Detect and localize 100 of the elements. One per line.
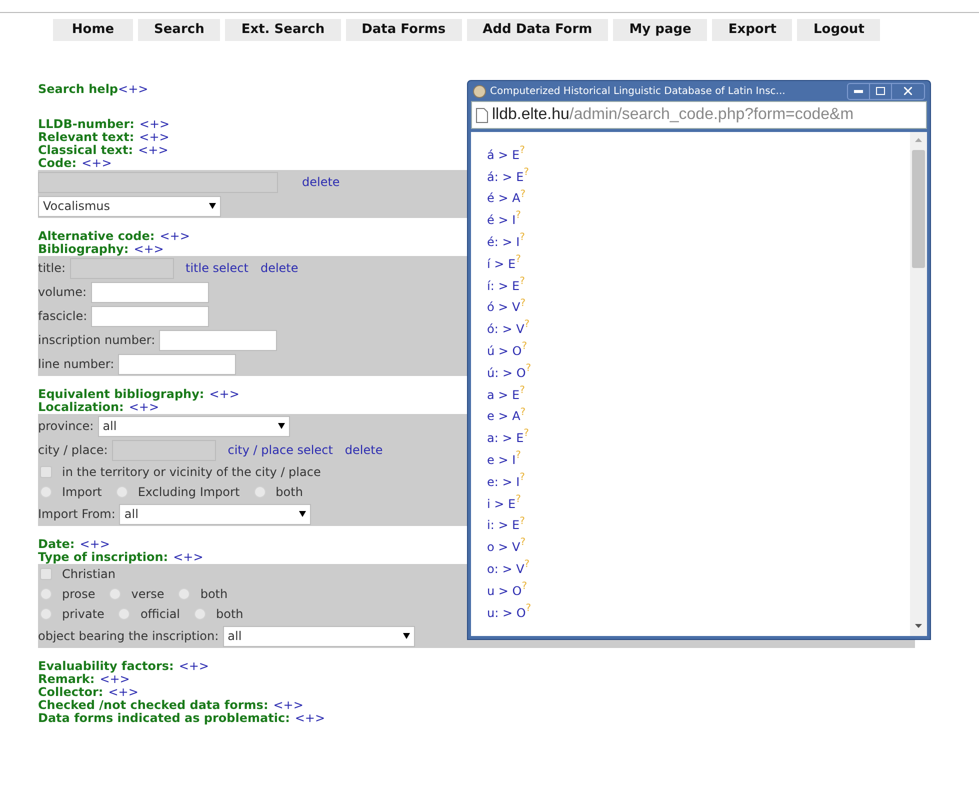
code-link[interactable]: ó: > V	[487, 320, 524, 338]
field-label: object bearing the inscription:	[38, 628, 219, 645]
scroll-up-icon	[915, 138, 922, 142]
radio-button[interactable]	[254, 486, 266, 498]
radio-button[interactable]	[40, 588, 52, 600]
expand-link[interactable]: <+>	[294, 712, 326, 725]
code-link[interactable]: á: > E	[487, 168, 524, 186]
expand-link[interactable]: <+>	[273, 699, 304, 712]
address-bar[interactable]: lldb.elte.hu/admin/search_code.php?form=code&m	[471, 101, 927, 129]
dropdown[interactable]: all	[98, 416, 290, 436]
expand-link[interactable]: <+>	[173, 551, 204, 564]
radio-button[interactable]	[109, 588, 122, 600]
radio-button[interactable]	[194, 608, 206, 620]
code-link[interactable]: ú: > O	[487, 364, 526, 382]
code-link[interactable]: í: > E	[487, 276, 520, 295]
expand-link[interactable]: <+>	[128, 401, 160, 414]
nav-tab[interactable]: Logout	[797, 19, 880, 41]
radio-button[interactable]	[178, 588, 190, 600]
section-heading: Date:	[38, 538, 75, 551]
text-field[interactable]	[159, 330, 278, 350]
nav-tab[interactable]: Data Forms	[346, 19, 462, 41]
code-link[interactable]: é > I	[487, 211, 516, 230]
code-link[interactable]: e: > I	[487, 472, 520, 491]
section-heading: Code:	[38, 157, 77, 170]
close-icon	[904, 87, 912, 95]
expand-link[interactable]: <+>	[134, 243, 164, 256]
code-link[interactable]: i: > E	[487, 516, 520, 534]
radio-label: both	[216, 606, 244, 623]
checkbox-label: Christian	[62, 566, 116, 583]
scroll-thumb[interactable]	[912, 150, 925, 268]
text-field[interactable]	[118, 354, 236, 374]
code-link[interactable]: e > I	[487, 450, 516, 469]
code-link[interactable]: ú > O	[487, 342, 522, 360]
expand-link[interactable]: <+>	[138, 144, 168, 157]
dropdown-arrow-icon	[278, 423, 285, 429]
code-link[interactable]: o: > V	[487, 560, 524, 578]
text-field[interactable]	[90, 282, 208, 302]
window-title: Computerized Historical Linguistic Database of Latin Insc...	[490, 84, 786, 98]
dropdown[interactable]: Vocalismus	[38, 196, 221, 216]
code-link[interactable]: á > E	[487, 146, 520, 164]
code-link[interactable]: u > O	[487, 582, 522, 600]
section-heading: Search help	[38, 82, 118, 96]
nav-tab[interactable]: My page	[613, 19, 708, 41]
nav-tab[interactable]: Export	[712, 19, 792, 41]
code-link[interactable]: é > A	[487, 189, 520, 208]
field-label: volume:	[38, 284, 86, 301]
section-heading: Bibliography:	[38, 243, 129, 256]
section-heading: Data forms indicated as problematic:	[38, 712, 290, 725]
field-label: province:	[38, 418, 94, 435]
code-link[interactable]: e > A	[487, 407, 520, 426]
radio-label: Import	[62, 484, 102, 501]
code-link[interactable]: í > E	[487, 254, 516, 273]
field-label: fascicle:	[38, 308, 88, 325]
scrollbar[interactable]	[910, 132, 927, 636]
code-link[interactable]: o > V	[487, 538, 520, 556]
expand-link[interactable]: <+>	[178, 660, 209, 673]
code-link[interactable]: ó > V	[487, 298, 520, 316]
expand-link[interactable]: <+>	[160, 230, 190, 243]
expand-link[interactable]: <+>	[209, 388, 240, 401]
dropdown[interactable]: all	[119, 504, 312, 524]
maximize-icon	[876, 87, 885, 95]
radio-label: Excluding Import	[138, 484, 240, 501]
dropdown[interactable]: all	[222, 626, 415, 646]
expand-link[interactable]: <+>	[82, 157, 112, 170]
code-link[interactable]: u: > O	[487, 604, 526, 622]
code-link[interactable]: a > E	[487, 386, 520, 404]
scroll-down-icon	[915, 624, 922, 628]
expand-link[interactable]: <+>	[118, 82, 148, 96]
nav-tab[interactable]: Search	[138, 19, 220, 41]
radio-button[interactable]	[40, 486, 52, 498]
nav-tab[interactable]: Home	[53, 19, 133, 41]
radio-button[interactable]	[40, 608, 52, 620]
text-field[interactable]	[91, 306, 210, 326]
dropdown-arrow-icon	[209, 203, 216, 209]
radio-label: both	[276, 484, 303, 501]
expand-link[interactable]: <+>	[80, 538, 110, 551]
expand-link[interactable]: <+>	[108, 686, 138, 699]
checkbox-label: in the territory or vicinity of the city / place	[62, 464, 321, 481]
section-heading: Evaluability factors:	[38, 660, 174, 673]
code-link[interactable]: i > E	[487, 494, 516, 513]
section-heading: Alternative code:	[38, 230, 155, 243]
code-link[interactable]: a: > E	[487, 429, 524, 448]
checkbox[interactable]	[40, 568, 52, 580]
section-heading: LLDB-number:	[38, 118, 134, 131]
radio-button[interactable]	[118, 608, 130, 620]
field-label: inscription number:	[38, 332, 156, 349]
field-label: line number:	[38, 356, 114, 373]
nav-tab[interactable]: Add Data Form	[466, 19, 608, 41]
minimize-icon	[854, 90, 863, 92]
field-label: title:	[38, 260, 66, 277]
expand-link[interactable]: <+>	[139, 131, 170, 144]
expand-link[interactable]: <+>	[139, 118, 170, 131]
section-heading: Remark:	[38, 673, 95, 686]
nav-tab[interactable]: Ext. Search	[225, 19, 341, 41]
code-link[interactable]: é: > I	[487, 232, 520, 251]
section-heading: Collector:	[38, 686, 104, 699]
section-heading: Equivalent bibliography:	[38, 388, 204, 401]
expand-link[interactable]: <+>	[100, 673, 130, 686]
radio-button[interactable]	[116, 486, 128, 498]
checkbox[interactable]	[40, 466, 52, 478]
